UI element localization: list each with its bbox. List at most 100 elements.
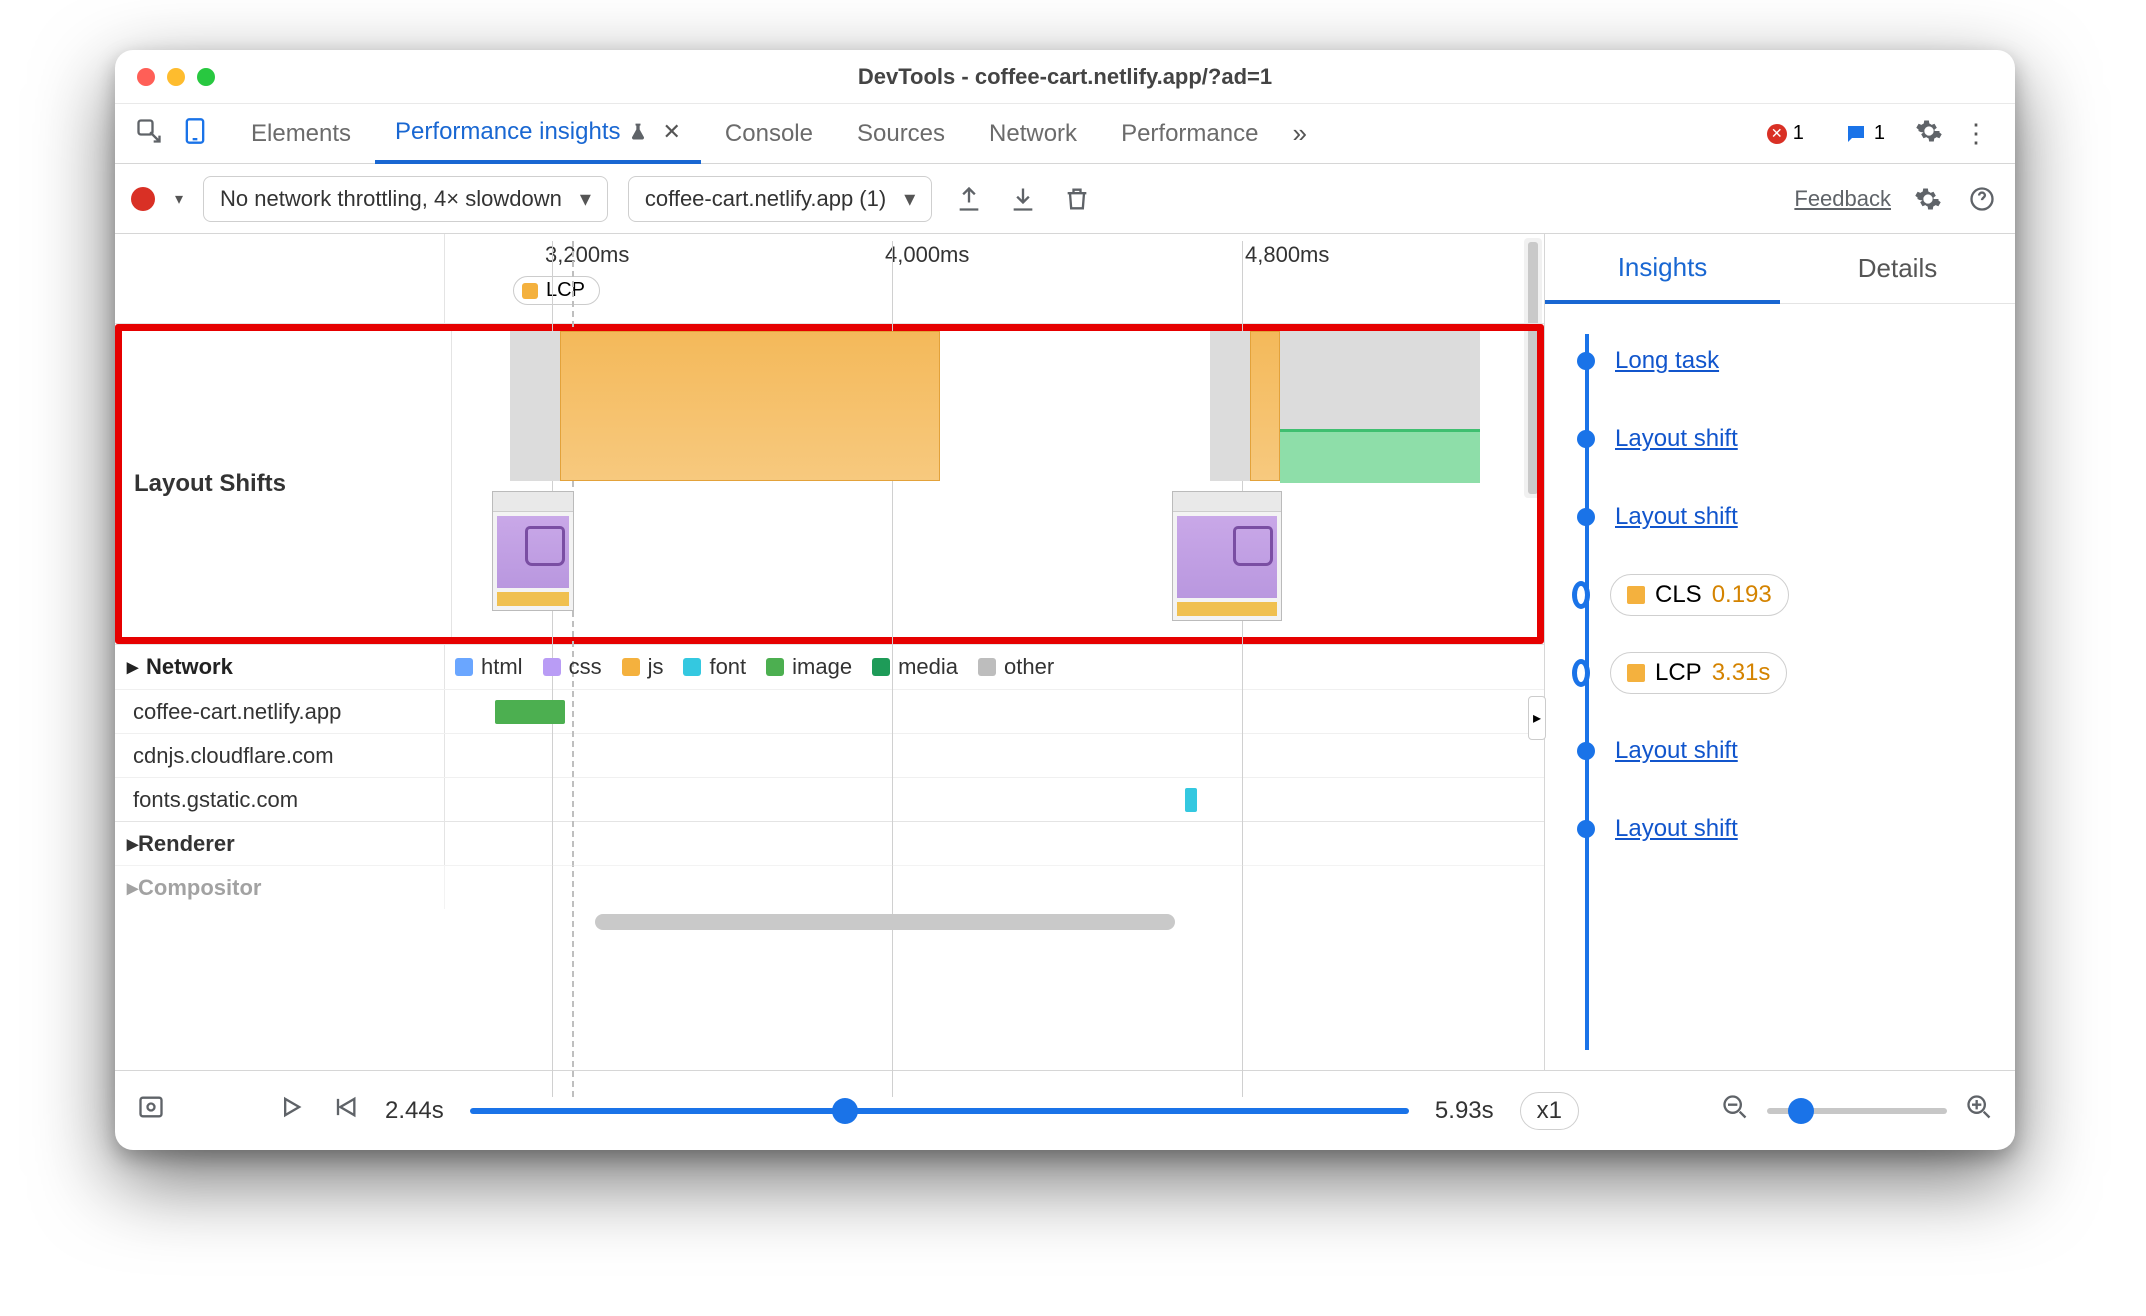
- legend-item: js: [622, 654, 664, 680]
- content: 3,200ms 4,000ms 4,800ms LCP Layout Shift…: [115, 234, 2015, 1070]
- zoom-slider[interactable]: [1767, 1108, 1947, 1114]
- throttling-select[interactable]: No network throttling, 4× slowdown▾: [203, 176, 608, 222]
- expand-icon[interactable]: ▸: [127, 654, 138, 680]
- record-menu-caret-icon[interactable]: ▾: [175, 189, 183, 209]
- time-end: 5.93s: [1435, 1097, 1494, 1125]
- titlebar: DevTools - coffee-cart.netlify.app/?ad=1: [115, 50, 2015, 104]
- network-origin: fonts.gstatic.com: [115, 778, 445, 821]
- insight-event[interactable]: Layout shift: [1573, 400, 2015, 478]
- rewind-icon[interactable]: [331, 1093, 359, 1128]
- timeline-pane: 3,200ms 4,000ms 4,800ms LCP Layout Shift…: [115, 234, 1545, 1070]
- side-panel-tabs: Insights Details: [1545, 234, 2015, 304]
- timeline-block[interactable]: [560, 331, 940, 481]
- minimize-window-button[interactable]: [167, 68, 185, 86]
- insight-event[interactable]: CLS 0.193: [1573, 556, 2015, 634]
- tab-performance[interactable]: Performance: [1101, 104, 1278, 163]
- toggle-overlay-icon[interactable]: [137, 1093, 165, 1128]
- zoom-out-icon[interactable]: [1721, 1093, 1749, 1128]
- side-panel: Insights Details Long task Layout shift La…: [1545, 234, 2015, 1070]
- timeline-block[interactable]: [1280, 331, 1480, 431]
- error-badge[interactable]: ✕1: [1757, 120, 1814, 147]
- time-tick: 4,800ms: [1245, 242, 1329, 268]
- more-tabs-icon[interactable]: »: [1282, 118, 1316, 149]
- time-tick: 3,200ms: [545, 242, 629, 268]
- legend-item: css: [543, 654, 602, 680]
- playback-footer: 2.44s 5.93s x1: [115, 1070, 2015, 1150]
- insights-toolbar: ▾ No network throttling, 4× slowdown▾ co…: [115, 164, 2015, 234]
- maximize-window-button[interactable]: [197, 68, 215, 86]
- inspect-icon[interactable]: [135, 117, 163, 150]
- renderer-section[interactable]: ▸Renderer: [115, 821, 1544, 865]
- lcp-marker[interactable]: LCP: [513, 276, 600, 305]
- timeline-block[interactable]: [1250, 331, 1280, 481]
- insight-link: Layout shift: [1615, 425, 1738, 453]
- horizontal-scrollbar[interactable]: [115, 909, 1544, 935]
- zoom-in-icon[interactable]: [1965, 1093, 1993, 1128]
- close-window-button[interactable]: [137, 68, 155, 86]
- delete-icon[interactable]: [1060, 182, 1094, 216]
- network-origin: cdnjs.cloudflare.com: [115, 734, 445, 777]
- tab-elements[interactable]: Elements: [231, 104, 371, 163]
- messages-badge[interactable]: 1: [1834, 120, 1895, 148]
- flask-icon: [628, 122, 648, 142]
- metric-pill: CLS 0.193: [1610, 574, 1789, 616]
- layout-shift-thumbnail[interactable]: [492, 491, 574, 611]
- layout-shift-thumbnail[interactable]: [1172, 491, 1282, 621]
- ruler-label: [115, 234, 445, 323]
- feedback-link[interactable]: Feedback: [1794, 186, 1891, 212]
- playback-speed[interactable]: x1: [1520, 1092, 1579, 1130]
- help-icon[interactable]: [1965, 182, 1999, 216]
- devtools-window: DevTools - coffee-cart.netlify.app/?ad=1…: [115, 50, 2015, 1150]
- network-row[interactable]: coffee-cart.netlify.app: [115, 689, 1544, 733]
- device-toggle-icon[interactable]: [181, 117, 209, 150]
- traffic-lights: [115, 68, 215, 86]
- panel-settings-icon[interactable]: [1911, 182, 1945, 216]
- export-icon[interactable]: [952, 182, 986, 216]
- compositor-section[interactable]: ▸Compositor: [115, 865, 1544, 909]
- time-slider[interactable]: [470, 1108, 1409, 1114]
- legend-item: font: [683, 654, 746, 680]
- tab-network[interactable]: Network: [969, 104, 1097, 163]
- metric-pill: LCP 3.31s: [1610, 652, 1787, 694]
- settings-icon[interactable]: [1915, 117, 1943, 150]
- legend-item: media: [872, 654, 958, 680]
- time-tick: 4,000ms: [885, 242, 969, 268]
- tab-insights[interactable]: Insights: [1545, 234, 1780, 304]
- window-title: DevTools - coffee-cart.netlify.app/?ad=1: [115, 64, 2015, 90]
- tab-sources[interactable]: Sources: [837, 104, 965, 163]
- insight-event[interactable]: Long task: [1573, 322, 2015, 400]
- import-icon[interactable]: [1006, 182, 1040, 216]
- tab-details[interactable]: Details: [1780, 234, 2015, 303]
- tab-performance-insights[interactable]: Performance insights ✕: [375, 105, 701, 164]
- timeline-block[interactable]: [1280, 429, 1480, 483]
- network-row[interactable]: cdnjs.cloudflare.com: [115, 733, 1544, 777]
- layout-shifts-label: Layout Shifts: [122, 331, 452, 637]
- insight-link: Layout shift: [1615, 737, 1738, 765]
- insight-link: Layout shift: [1615, 815, 1738, 843]
- insight-event[interactable]: LCP 3.31s: [1573, 634, 2015, 712]
- expand-icon[interactable]: ▸: [127, 875, 138, 901]
- play-icon[interactable]: [277, 1093, 305, 1128]
- layout-shifts-row: Layout Shifts: [115, 324, 1544, 644]
- timeline-block[interactable]: [1210, 331, 1250, 481]
- insight-event[interactable]: Layout shift: [1573, 712, 2015, 790]
- close-tab-icon[interactable]: ✕: [662, 119, 680, 145]
- record-button[interactable]: [131, 187, 155, 211]
- kebab-menu-icon[interactable]: ⋮: [1963, 118, 1989, 149]
- tab-console[interactable]: Console: [705, 104, 833, 163]
- legend-item: other: [978, 654, 1054, 680]
- network-origin: coffee-cart.netlify.app: [115, 690, 445, 733]
- time-start: 2.44s: [385, 1097, 444, 1125]
- main-tabs: Elements Performance insights ✕ Console …: [115, 104, 2015, 164]
- insight-event[interactable]: Layout shift: [1573, 790, 2015, 868]
- pane-resizer[interactable]: ▸: [1528, 696, 1546, 740]
- expand-icon[interactable]: ▸: [127, 831, 138, 857]
- insight-event[interactable]: Layout shift: [1573, 478, 2015, 556]
- network-row[interactable]: fonts.gstatic.com: [115, 777, 1544, 821]
- recording-select[interactable]: coffee-cart.netlify.app (1)▾: [628, 176, 932, 222]
- time-ruler: 3,200ms 4,000ms 4,800ms LCP: [115, 234, 1544, 324]
- network-section-header[interactable]: ▸Network htmlcssjsfontimagemediaother: [115, 644, 1544, 689]
- insight-link: Layout shift: [1615, 503, 1738, 531]
- legend-item: html: [455, 654, 523, 680]
- timeline-block[interactable]: [510, 331, 560, 481]
